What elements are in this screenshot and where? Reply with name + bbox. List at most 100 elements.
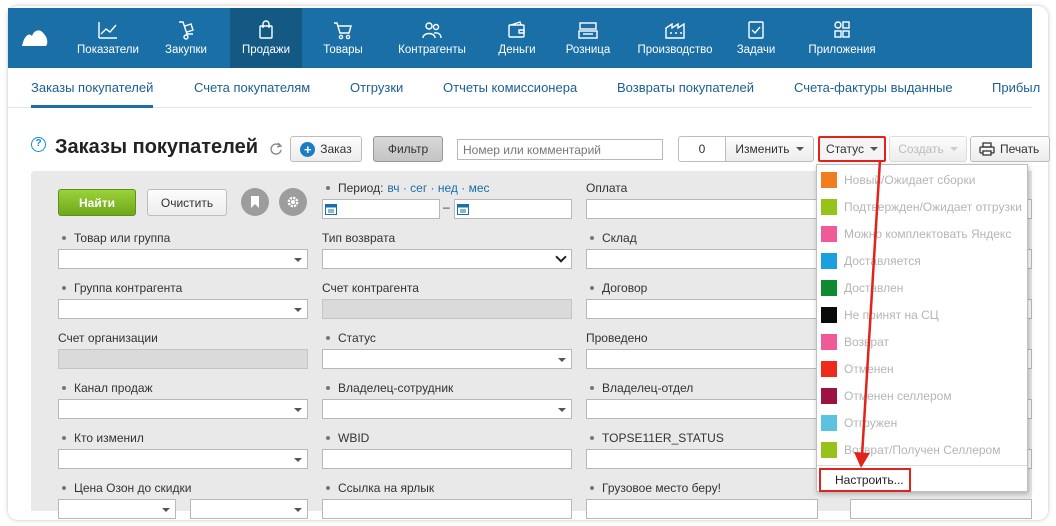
wbid-text: WBID xyxy=(338,431,370,445)
product-filter-select[interactable] xyxy=(58,249,308,269)
contract-select[interactable] xyxy=(586,299,818,319)
filter-button[interactable]: Фильтр xyxy=(373,136,443,162)
payment-select[interactable] xyxy=(586,199,818,219)
changed-by-select[interactable] xyxy=(58,449,308,469)
sales-channel-select[interactable] xyxy=(58,399,308,419)
nav-item-money[interactable]: Деньги xyxy=(486,8,548,68)
nav-item-label: Закупки xyxy=(165,44,207,56)
bookmark-icon xyxy=(251,196,259,208)
status-dropdown-menu: Новый/Ожидает сборки Подтвержден/Ожидает… xyxy=(816,164,1028,492)
nav-item-label: Розница xyxy=(565,44,611,56)
period-label: Период: вч · сег · нед · мес xyxy=(326,181,490,195)
period-from-input[interactable] xyxy=(322,199,440,219)
status-option[interactable]: Отгружен xyxy=(817,409,1027,436)
calendar-icon[interactable] xyxy=(325,203,337,215)
wbid-input[interactable] xyxy=(322,449,572,469)
tab-commissioner-reports[interactable]: Отчеты комиссионера xyxy=(443,80,577,95)
status-option[interactable]: Доставлен xyxy=(817,274,1027,301)
status-option[interactable]: Возврат xyxy=(817,328,1027,355)
create-label: Создать xyxy=(898,142,944,156)
nav-item-label: Производство xyxy=(637,44,713,56)
tab-customer-orders[interactable]: Заказы покупателей xyxy=(31,80,154,108)
chevron-down-icon xyxy=(795,147,804,151)
status-option[interactable]: Можно комплектовать Яндекс xyxy=(817,220,1027,247)
app-logo-icon[interactable] xyxy=(20,26,50,50)
print-button[interactable]: Печать xyxy=(970,136,1050,162)
owner-employee-select[interactable] xyxy=(322,399,572,419)
posted-select[interactable] xyxy=(586,349,818,369)
shopping-bag-icon xyxy=(259,20,273,39)
nav-item-production[interactable]: Производство xyxy=(628,8,722,68)
nav-item-indicators[interactable]: Показатели xyxy=(68,8,148,68)
status-option[interactable]: Отменен селлером xyxy=(817,382,1027,409)
nav-item-purchases[interactable]: Закупки xyxy=(153,8,219,68)
owner-department-select[interactable] xyxy=(586,399,818,419)
tab-shipments[interactable]: Отгрузки xyxy=(350,80,403,95)
nav-item-contractors[interactable]: Контрагенты xyxy=(386,8,478,68)
color-swatch xyxy=(821,414,837,431)
tab-issued-invoices[interactable]: Счета-фактуры выданные xyxy=(794,80,953,95)
status-option[interactable]: Доставляется xyxy=(817,247,1027,274)
clear-button[interactable]: Очистить xyxy=(147,189,227,216)
bookmark-button[interactable] xyxy=(241,188,269,216)
period-to-input[interactable] xyxy=(454,199,572,219)
find-button[interactable]: Найти xyxy=(58,189,136,216)
extra-field-7[interactable] xyxy=(850,499,1032,519)
nav-item-retail[interactable]: Розница xyxy=(556,8,620,68)
tab-customer-invoices[interactable]: Счета покупателям xyxy=(194,80,310,95)
contract-label: Договор xyxy=(590,281,647,295)
calendar-icon[interactable] xyxy=(457,203,469,215)
wbid-label: WBID xyxy=(326,431,369,445)
return-type-select[interactable] xyxy=(322,249,572,269)
contractor-account-field[interactable] xyxy=(322,299,572,319)
status-option-label: Возврат/Получен Селлером xyxy=(844,442,1001,457)
owner-department-label: Владелец-отдел xyxy=(590,381,693,395)
chevron-down-icon xyxy=(558,358,566,362)
chevron-down-icon xyxy=(294,408,302,412)
color-swatch xyxy=(821,225,837,242)
help-icon[interactable]: ? xyxy=(31,137,46,152)
bullet-icon xyxy=(326,335,330,340)
nav-item-tasks[interactable]: Задачи xyxy=(730,8,782,68)
color-swatch xyxy=(821,441,837,458)
nav-item-apps[interactable]: Приложения xyxy=(798,8,886,68)
edit-button[interactable]: Изменить xyxy=(726,136,814,162)
cargo-place-select[interactable] xyxy=(586,499,818,519)
configure-statuses-item[interactable]: Настроить... xyxy=(819,468,911,492)
ozon-price-from[interactable] xyxy=(58,499,176,519)
tab-profit[interactable]: Прибыл xyxy=(992,80,1040,95)
product-filter-label: Товар или группа xyxy=(62,231,170,245)
contractor-group-select[interactable] xyxy=(58,299,308,319)
status-option[interactable]: Новый/Ожидает сборки xyxy=(817,166,1027,193)
status-button[interactable]: Статус xyxy=(818,136,886,162)
changed-by-label: Кто изменил xyxy=(62,431,144,445)
status-option[interactable]: Подтвержден/Ожидает отгрузки xyxy=(817,193,1027,220)
ozon-price-label: Цена Озон до скидки xyxy=(62,481,191,495)
nav-item-label: Товары xyxy=(323,44,363,56)
org-account-field[interactable] xyxy=(58,349,308,369)
refresh-icon[interactable] xyxy=(269,142,283,156)
search-input[interactable] xyxy=(457,139,663,160)
bullet-icon xyxy=(326,185,330,190)
filter-settings-button[interactable] xyxy=(279,188,307,216)
posted-label: Проведено xyxy=(586,331,648,345)
status-option-label: Новый/Ожидает сборки xyxy=(844,172,976,187)
status-filter-select[interactable] xyxy=(322,349,572,369)
label-link-input[interactable] xyxy=(322,499,572,519)
gear-icon xyxy=(287,196,299,208)
tab-customer-returns[interactable]: Возвраты покупателей xyxy=(617,80,754,95)
status-option[interactable]: Отменен xyxy=(817,355,1027,382)
date-range-separator: – xyxy=(443,200,450,214)
ozon-price-to[interactable] xyxy=(190,499,308,519)
status-option[interactable]: Возврат/Получен Селлером xyxy=(817,436,1027,463)
topseller-status-select[interactable] xyxy=(586,449,818,469)
add-order-button[interactable]: + Заказ xyxy=(290,136,362,162)
nav-item-sales[interactable]: Продажи xyxy=(230,8,302,68)
create-button[interactable]: Создать xyxy=(889,136,967,162)
chevron-down-icon xyxy=(294,458,302,462)
warehouse-select[interactable] xyxy=(586,249,818,269)
factory-icon xyxy=(665,22,685,39)
period-quick-links[interactable]: вч · сег · нед · мес xyxy=(387,181,489,195)
status-option[interactable]: Не принят на СЦ xyxy=(817,301,1027,328)
nav-item-products[interactable]: Товары xyxy=(313,8,373,68)
